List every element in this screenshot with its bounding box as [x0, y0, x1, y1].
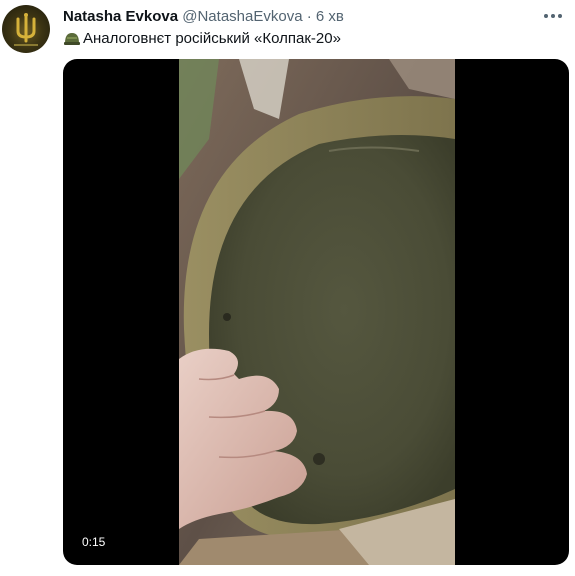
avatar[interactable] [2, 5, 50, 53]
tweet-text-row: Аналоговнєт російський «Колпак-20» [63, 29, 341, 49]
tweet-header: Natasha Evkova @NatashaEvkova · 6 хв [63, 7, 344, 27]
ellipsis-icon [544, 14, 562, 18]
trident-emblem-icon [14, 13, 38, 46]
helmet-icon [63, 31, 81, 47]
separator-dot: · [306, 8, 312, 25]
video-frame [179, 59, 455, 565]
author-handle[interactable]: @NatashaEvkova [182, 8, 302, 25]
more-options-button[interactable] [539, 6, 567, 26]
video-player[interactable]: 0:15 [63, 59, 569, 565]
tweet-text: Аналоговнєт російський «Колпак-20» [83, 30, 341, 47]
author-name[interactable]: Natasha Evkova [63, 8, 178, 25]
video-duration-badge: 0:15 [78, 534, 110, 550]
video-still-image [179, 59, 455, 565]
tweet-timestamp[interactable]: 6 хв [316, 8, 344, 25]
tweet-card: Natasha Evkova @NatashaEvkova · 6 хв Ана… [0, 0, 575, 576]
